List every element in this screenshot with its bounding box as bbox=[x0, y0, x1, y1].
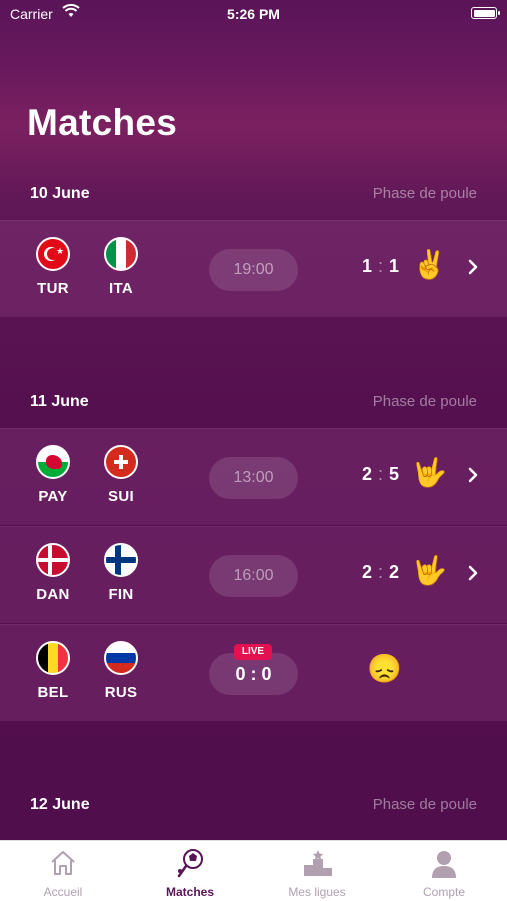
prediction-home: 2 bbox=[362, 562, 373, 582]
prediction-home: 2 bbox=[362, 464, 373, 484]
turkey-flag-icon: ★ bbox=[36, 237, 70, 271]
denmark-flag-icon bbox=[36, 543, 70, 577]
chevron-right-icon[interactable] bbox=[467, 466, 479, 488]
section-date: 12 June bbox=[30, 796, 90, 813]
section-date: 11 June bbox=[30, 393, 89, 410]
battery-icon bbox=[471, 7, 500, 19]
love-you-gesture-icon: 🤟 bbox=[412, 457, 447, 488]
prediction-away: 5 bbox=[389, 464, 400, 484]
tab-label: Compte bbox=[422, 885, 466, 899]
clock: 5:26 PM bbox=[227, 6, 280, 22]
kickoff-time: 13:00 bbox=[209, 457, 298, 499]
italy-flag-icon bbox=[104, 237, 138, 271]
disappointed-face-icon: 😞 bbox=[367, 653, 402, 684]
match-row[interactable]: PAY SUI 13:00 2:5 🤟 bbox=[0, 428, 507, 525]
home-team: DAN bbox=[28, 543, 78, 603]
away-team: ITA bbox=[96, 237, 146, 297]
tab-label: Matches bbox=[165, 885, 215, 899]
user-icon bbox=[432, 851, 456, 878]
home-team: ★ TUR bbox=[28, 237, 78, 297]
tab-label: Mes ligues bbox=[288, 885, 346, 899]
kickoff-time: 16:00 bbox=[209, 555, 298, 597]
prediction-score: 2:5 bbox=[362, 464, 399, 485]
team-code: ITA bbox=[109, 280, 133, 297]
team-code: DAN bbox=[36, 586, 70, 603]
prediction-away: 1 bbox=[389, 256, 400, 276]
section-phase: Phase de poule bbox=[372, 796, 477, 813]
tab-compte[interactable]: Compte bbox=[381, 841, 507, 901]
live-badge: LIVE bbox=[234, 644, 272, 660]
page-title: Matches bbox=[27, 102, 178, 143]
prediction-score: 1:1 bbox=[362, 256, 399, 277]
chevron-right-icon[interactable] bbox=[467, 564, 479, 586]
kickoff-time: 19:00 bbox=[209, 249, 298, 291]
switzerland-flag-icon bbox=[104, 445, 138, 479]
team-code: SUI bbox=[108, 488, 134, 505]
team-code: BEL bbox=[37, 684, 69, 701]
prediction-away: 2 bbox=[389, 562, 400, 582]
victory-hand-icon: ✌️ bbox=[412, 249, 447, 280]
wales-flag-icon bbox=[36, 445, 70, 479]
section-header: 12 June Phase de poule bbox=[0, 779, 507, 831]
love-you-gesture-icon: 🤟 bbox=[412, 555, 447, 586]
tab-label: Accueil bbox=[43, 885, 83, 899]
team-code: FIN bbox=[108, 586, 134, 603]
team-code: RUS bbox=[104, 684, 138, 701]
prediction-separator: : bbox=[378, 464, 384, 484]
team-code: TUR bbox=[37, 280, 69, 297]
belgium-flag-icon bbox=[36, 641, 70, 675]
away-team: RUS bbox=[96, 641, 146, 701]
section-header: 10 June Phase de poule bbox=[0, 168, 507, 220]
prediction-score: 2:2 bbox=[362, 562, 399, 583]
status-bar: Carrier 5:26 PM bbox=[0, 0, 507, 30]
tab-bar: Accueil Matches Mes ligues Compte bbox=[0, 840, 507, 901]
match-row[interactable]: ★ TUR ITA 19:00 1:1 ✌️ bbox=[0, 220, 507, 317]
prediction-separator: : bbox=[378, 562, 384, 582]
away-team: SUI bbox=[96, 445, 146, 505]
tab-mes-ligues[interactable]: Mes ligues bbox=[254, 841, 380, 901]
section-date: 10 June bbox=[30, 185, 90, 202]
home-team: BEL bbox=[28, 641, 78, 701]
section-header: 11 June Phase de poule bbox=[0, 376, 507, 428]
prediction-separator: : bbox=[378, 256, 384, 276]
finland-flag-icon bbox=[104, 543, 138, 577]
soccer-ball-icon bbox=[177, 849, 203, 878]
tab-accueil[interactable]: Accueil bbox=[0, 841, 126, 901]
section-phase: Phase de poule bbox=[372, 185, 477, 202]
team-code: PAY bbox=[38, 488, 68, 505]
prediction-home: 1 bbox=[362, 256, 373, 276]
match-row[interactable]: DAN FIN 16:00 2:2 🤟 bbox=[0, 526, 507, 623]
section-phase: Phase de poule bbox=[372, 393, 477, 410]
match-row[interactable]: BEL RUS 0 : 0 LIVE 😞 bbox=[0, 624, 507, 721]
russia-flag-icon bbox=[104, 641, 138, 675]
home-icon bbox=[51, 851, 75, 875]
podium-icon bbox=[304, 850, 332, 876]
away-team: FIN bbox=[96, 543, 146, 603]
tab-matches[interactable]: Matches bbox=[127, 841, 253, 901]
chevron-right-icon[interactable] bbox=[467, 258, 479, 280]
home-team: PAY bbox=[28, 445, 78, 505]
